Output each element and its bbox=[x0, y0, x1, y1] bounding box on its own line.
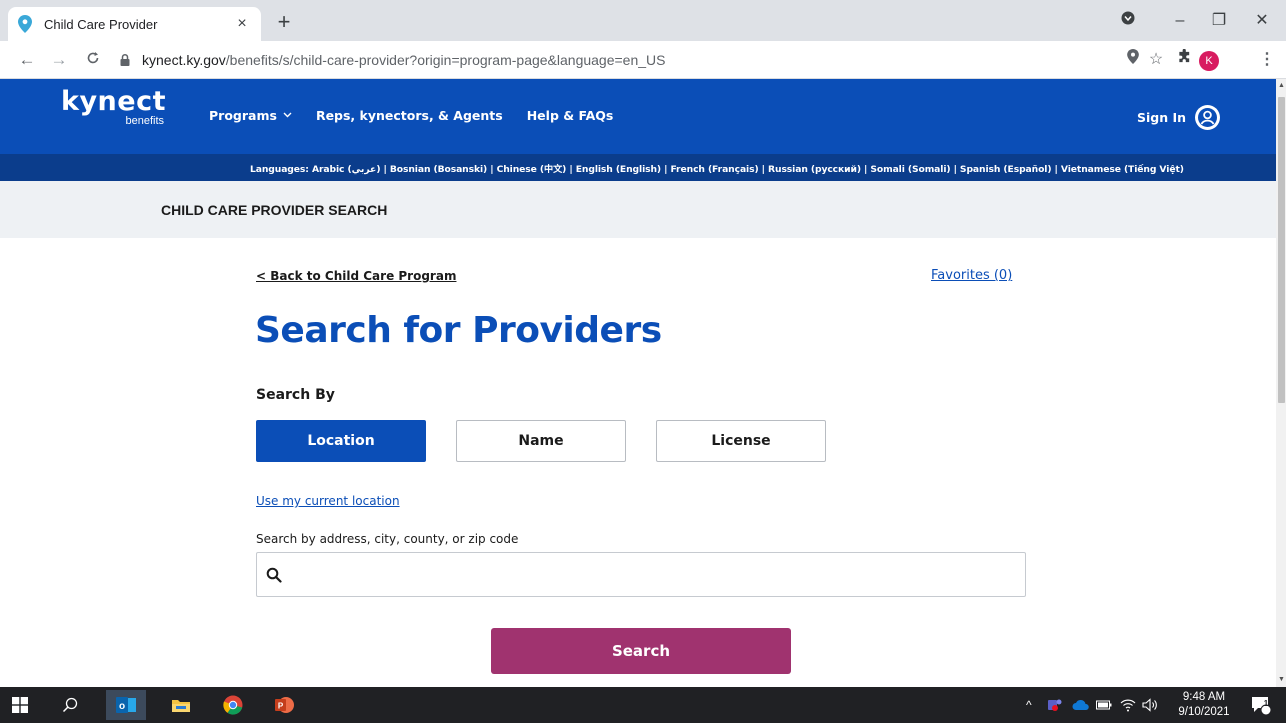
nav-reps-kynectors-agents[interactable]: Reps, kynectors, & Agents bbox=[316, 108, 503, 123]
profile-avatar[interactable]: K bbox=[1199, 51, 1219, 71]
kynect-logo[interactable]: kynect benefits bbox=[61, 86, 167, 128]
outlook-icon[interactable]: o bbox=[106, 690, 146, 720]
scroll-thumb[interactable] bbox=[1278, 97, 1285, 403]
windows-start-icon[interactable] bbox=[0, 690, 40, 720]
url-text: kynect.ky.gov/benefits/s/child-care-prov… bbox=[142, 52, 666, 68]
sign-in-button[interactable]: Sign In bbox=[1137, 105, 1221, 130]
search-field-label: Search by address, city, county, or zip … bbox=[256, 532, 519, 546]
location-pin-icon bbox=[18, 15, 32, 33]
language-bar: Languages: Arabic (عربي) | Bosnian (Bosa… bbox=[0, 154, 1276, 181]
favorites-link[interactable]: Favorites (0) bbox=[931, 268, 1012, 283]
notification-count: 1 bbox=[1263, 699, 1269, 708]
browser-menu-icon[interactable]: ⋮ bbox=[1254, 47, 1280, 73]
new-tab-button[interactable]: + bbox=[270, 9, 298, 37]
bookmark-star-icon[interactable]: ☆ bbox=[1143, 47, 1169, 73]
puzzle-glyph bbox=[1178, 48, 1189, 63]
volume-icon[interactable] bbox=[1142, 687, 1158, 723]
page-scrollbar[interactable]: ▲ ▼ bbox=[1276, 79, 1286, 687]
language-options[interactable]: Languages: Arabic (عربي) | Bosnian (Bosa… bbox=[250, 161, 1184, 175]
taskbar-clock[interactable]: 9:48 AM 9/10/2021 bbox=[1169, 690, 1239, 720]
tab-title: Child Care Provider bbox=[44, 16, 158, 32]
scroll-up-arrow-icon[interactable]: ▲ bbox=[1277, 81, 1286, 91]
show-hidden-icons-chevron-icon[interactable]: ^ bbox=[1026, 687, 1032, 723]
url-host: kynect.ky.gov bbox=[142, 52, 226, 68]
search-button[interactable]: Search bbox=[491, 628, 791, 674]
logo-text: kynect bbox=[61, 86, 167, 117]
location-search-field[interactable] bbox=[256, 552, 1026, 597]
main-content: < Back to Child Care Program Favorites (… bbox=[0, 238, 1276, 687]
wifi-icon[interactable] bbox=[1120, 687, 1136, 723]
browser-toolbar: ← → kynect.ky.gov/benefits/s/child-care-… bbox=[0, 41, 1286, 79]
close-window-button[interactable]: ✕ bbox=[1242, 8, 1282, 34]
search-by-location-button[interactable]: Location bbox=[256, 420, 426, 462]
user-avatar-icon bbox=[1195, 105, 1221, 130]
nav-help-faqs[interactable]: Help & FAQs bbox=[527, 108, 614, 123]
location-pin-glyph bbox=[1127, 49, 1139, 64]
page-title: Search for Providers bbox=[255, 310, 662, 351]
svg-text:o: o bbox=[119, 701, 125, 712]
clock-time: 9:48 AM bbox=[1182, 691, 1226, 703]
windows-taskbar: o P ^ 9:48 AM 9/10/2021 1 bbox=[0, 687, 1286, 723]
use-current-location-link[interactable]: Use my current location bbox=[256, 494, 400, 508]
restore-button[interactable]: ❐ bbox=[1199, 8, 1239, 34]
battery-icon[interactable] bbox=[1096, 687, 1112, 723]
chrome-icon[interactable] bbox=[213, 690, 253, 720]
location-search-input[interactable] bbox=[290, 554, 1025, 595]
tab-close-icon[interactable]: × bbox=[233, 15, 251, 33]
back-arrow-icon[interactable]: ← bbox=[14, 47, 40, 73]
url-path: /benefits/s/child-care-provider?origin=p… bbox=[225, 52, 666, 68]
notification-center-icon[interactable]: 1 bbox=[1250, 687, 1272, 723]
nav-programs[interactable]: Programs bbox=[209, 108, 292, 123]
subheader-title: CHILD CARE PROVIDER SEARCH bbox=[161, 202, 388, 218]
lock-icon bbox=[120, 53, 130, 66]
reload-icon[interactable] bbox=[80, 47, 106, 73]
powerpoint-icon[interactable]: P bbox=[264, 690, 304, 720]
search-by-label: Search By bbox=[256, 387, 335, 403]
main-nav: Programs Reps, kynectors, & Agents Help … bbox=[209, 108, 637, 123]
onedrive-cloud-icon[interactable] bbox=[1072, 687, 1090, 723]
taskbar-search-icon[interactable] bbox=[50, 690, 90, 720]
chevron-down-icon bbox=[283, 110, 292, 121]
browser-tab-strip: Child Care Provider × + – ❐ ✕ bbox=[0, 0, 1286, 41]
profile-menu-icon bbox=[1121, 11, 1135, 25]
forward-arrow-icon[interactable]: → bbox=[46, 47, 72, 73]
screen: Child Care Provider × + – ❐ ✕ ← → kynect… bbox=[0, 0, 1286, 723]
teams-icon[interactable] bbox=[1046, 687, 1062, 723]
page-subheader: CHILD CARE PROVIDER SEARCH bbox=[0, 181, 1276, 238]
clock-date: 9/10/2021 bbox=[1178, 706, 1230, 718]
browser-menu-circle-icon[interactable] bbox=[1108, 8, 1148, 34]
extensions-puzzle-icon[interactable] bbox=[1171, 47, 1197, 73]
search-by-name-button[interactable]: Name bbox=[456, 420, 626, 462]
scroll-down-arrow-icon[interactable]: ▼ bbox=[1277, 675, 1286, 685]
nav-programs-label: Programs bbox=[209, 108, 277, 123]
search-by-license-button[interactable]: License bbox=[656, 420, 826, 462]
reload-glyph bbox=[87, 52, 99, 64]
address-bar[interactable]: kynect.ky.gov/benefits/s/child-care-prov… bbox=[118, 47, 1198, 73]
minimize-button[interactable]: – bbox=[1160, 8, 1200, 34]
svg-text:P: P bbox=[278, 702, 284, 711]
search-icon bbox=[266, 567, 282, 583]
sign-in-label: Sign In bbox=[1137, 110, 1187, 125]
browser-tab[interactable]: Child Care Provider × bbox=[8, 7, 261, 41]
site-header: kynect benefits Programs Reps, kynectors… bbox=[0, 79, 1276, 154]
file-explorer-icon[interactable] bbox=[161, 690, 201, 720]
back-to-program-link[interactable]: < Back to Child Care Program bbox=[256, 269, 456, 283]
